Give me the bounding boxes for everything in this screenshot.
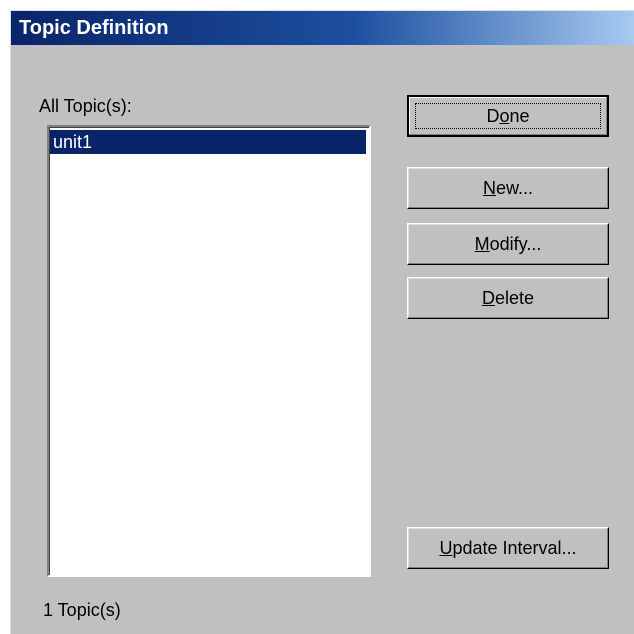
title-bar[interactable]: Topic Definition: [11, 11, 634, 45]
update-interval-button-label: Update Interval...: [439, 538, 577, 558]
topic-definition-dialog: Topic Definition All Topic(s): unit1 1 T…: [10, 10, 634, 634]
dialog-title: Topic Definition: [19, 17, 169, 39]
done-button[interactable]: Done: [407, 95, 609, 137]
topics-listbox[interactable]: unit1: [47, 125, 371, 577]
delete-button-label: Delete: [481, 288, 535, 308]
done-button-label: Done: [486, 106, 530, 126]
all-topics-label: All Topic(s):: [39, 96, 132, 116]
update-interval-button[interactable]: Update Interval...: [407, 527, 609, 569]
new-button-label: New...: [482, 178, 534, 198]
list-item[interactable]: unit1: [50, 130, 366, 154]
modify-button[interactable]: Modify...: [407, 223, 609, 265]
delete-button[interactable]: Delete: [407, 277, 609, 319]
modify-button-label: Modify...: [474, 234, 542, 254]
topic-count-label: 1 Topic(s): [43, 600, 121, 620]
new-button[interactable]: New...: [407, 167, 609, 209]
